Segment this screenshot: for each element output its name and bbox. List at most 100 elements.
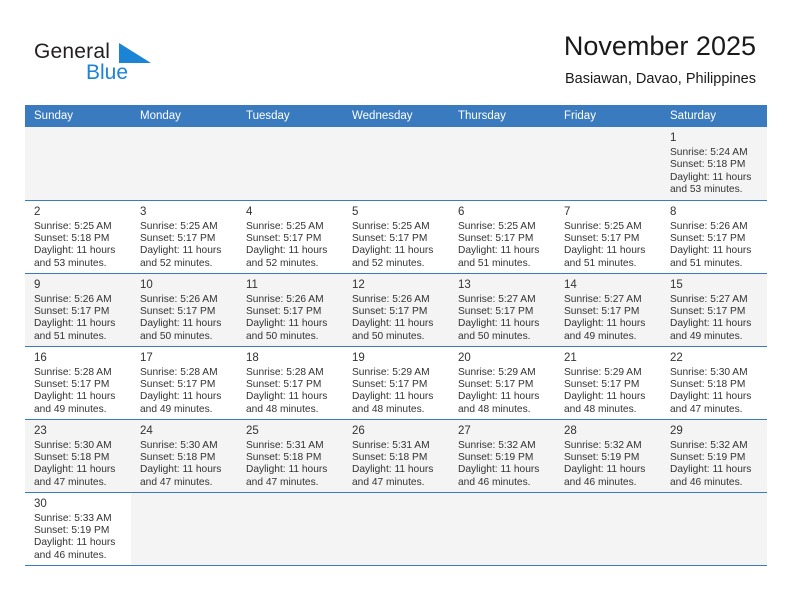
calendar-day-cell[interactable]: 26 Sunrise: 5:31 AM Sunset: 5:18 PM Dayligh… [343, 419, 449, 493]
day-sun-info: Sunrise: 5:30 AM Sunset: 5:18 PM Daylight:… [140, 440, 230, 490]
sunset-text: Sunset: 5:17 PM [670, 305, 746, 317]
daylight-text-line2: and 47 minutes. [34, 476, 107, 488]
calendar-day-cell[interactable]: 13 Sunrise: 5:27 AM Sunset: 5:17 PM Dayligh… [449, 273, 555, 347]
daylight-text-line1: Daylight: 11 hours [564, 245, 646, 257]
day-number: 11 [246, 278, 258, 291]
daylight-text-line2: and 50 minutes. [458, 330, 531, 342]
calendar-day-cell[interactable]: 11 Sunrise: 5:26 AM Sunset: 5:17 PM Dayligh… [237, 273, 343, 347]
calendar-day-cell[interactable]: 4 Sunrise: 5:25 AM Sunset: 5:17 PM Daylight… [237, 200, 343, 274]
calendar-day-cell[interactable]: 14 Sunrise: 5:27 AM Sunset: 5:17 PM Dayligh… [555, 273, 661, 347]
day-sun-info: Sunrise: 5:25 AM Sunset: 5:18 PM Daylight:… [34, 221, 124, 271]
calendar-day-cell[interactable]: 21 Sunrise: 5:29 AM Sunset: 5:17 PM Dayligh… [555, 346, 661, 420]
calendar-day-cell[interactable]: 12 Sunrise: 5:26 AM Sunset: 5:17 PM Dayligh… [343, 273, 449, 347]
daylight-text-line2: and 52 minutes. [140, 257, 213, 269]
day-cell-content: 15 Sunrise: 5:27 AM Sunset: 5:17 PM Dayligh… [661, 274, 767, 344]
sunset-text: Sunset: 5:17 PM [352, 378, 428, 390]
day-number: 7 [564, 205, 571, 218]
sunrise-text: Sunrise: 5:30 AM [34, 439, 112, 451]
day-number: 13 [458, 278, 471, 291]
calendar-day-cell[interactable]: 30 Sunrise: 5:33 AM Sunset: 5:19 PM Dayligh… [25, 492, 131, 566]
calendar-cell-empty [661, 492, 767, 566]
day-sun-info: Sunrise: 5:32 AM Sunset: 5:19 PM Daylight:… [564, 440, 654, 490]
daylight-text-line1: Daylight: 11 hours [140, 464, 222, 476]
weekday-header-saturday: Saturday [661, 105, 767, 127]
daylight-text-line2: and 49 minutes. [564, 330, 637, 342]
calendar-day-cell[interactable]: 23 Sunrise: 5:30 AM Sunset: 5:18 PM Dayligh… [25, 419, 131, 493]
calendar-cell-empty [555, 127, 661, 201]
calendar-day-cell[interactable]: 29 Sunrise: 5:32 AM Sunset: 5:19 PM Dayligh… [661, 419, 767, 493]
calendar-day-cell[interactable]: 16 Sunrise: 5:28 AM Sunset: 5:17 PM Dayligh… [25, 346, 131, 420]
daylight-text-line1: Daylight: 11 hours [670, 464, 752, 476]
calendar-day-cell[interactable]: 7 Sunrise: 5:25 AM Sunset: 5:17 PM Daylight… [555, 200, 661, 274]
calendar-day-cell[interactable]: 10 Sunrise: 5:26 AM Sunset: 5:17 PM Dayligh… [131, 273, 237, 347]
day-cell-content: 17 Sunrise: 5:28 AM Sunset: 5:17 PM Dayligh… [131, 347, 237, 417]
daylight-text-line2: and 47 minutes. [670, 403, 743, 415]
daylight-text-line2: and 46 minutes. [458, 476, 531, 488]
sunset-text: Sunset: 5:17 PM [246, 305, 322, 317]
calendar-week-row: 9 Sunrise: 5:26 AM Sunset: 5:17 PM Daylight… [25, 273, 767, 347]
weekday-header-tuesday: Tuesday [237, 105, 343, 127]
daylight-text-line2: and 46 minutes. [670, 476, 743, 488]
weekday-header-thursday: Thursday [449, 105, 555, 127]
calendar-cell-empty [25, 127, 131, 201]
brand-logo[interactable]: General Blue [34, 40, 234, 90]
day-cell-content: 29 Sunrise: 5:32 AM Sunset: 5:19 PM Dayligh… [661, 420, 767, 490]
calendar-day-cell[interactable]: 28 Sunrise: 5:32 AM Sunset: 5:19 PM Dayligh… [555, 419, 661, 493]
calendar-day-cell[interactable]: 17 Sunrise: 5:28 AM Sunset: 5:17 PM Dayligh… [131, 346, 237, 420]
calendar-day-cell[interactable]: 19 Sunrise: 5:29 AM Sunset: 5:17 PM Dayligh… [343, 346, 449, 420]
daylight-text-line2: and 46 minutes. [564, 476, 637, 488]
day-number: 29 [670, 424, 683, 437]
sunrise-text: Sunrise: 5:29 AM [564, 366, 642, 378]
calendar-cell-empty [449, 492, 555, 566]
calendar-day-cell[interactable]: 8 Sunrise: 5:26 AM Sunset: 5:17 PM Daylight… [661, 200, 767, 274]
calendar-page: General Blue November 2025 Basiawan, Dav… [0, 0, 792, 612]
daylight-text-line2: and 47 minutes. [140, 476, 213, 488]
day-cell-content: 19 Sunrise: 5:29 AM Sunset: 5:17 PM Dayligh… [343, 347, 449, 417]
calendar-day-cell[interactable]: 18 Sunrise: 5:28 AM Sunset: 5:17 PM Dayligh… [237, 346, 343, 420]
calendar-week-row: 2 Sunrise: 5:25 AM Sunset: 5:18 PM Daylight… [25, 200, 767, 274]
day-sun-info: Sunrise: 5:30 AM Sunset: 5:18 PM Daylight:… [34, 440, 124, 490]
sunrise-text: Sunrise: 5:26 AM [352, 293, 430, 305]
sunset-text: Sunset: 5:17 PM [140, 378, 216, 390]
calendar-day-cell[interactable]: 20 Sunrise: 5:29 AM Sunset: 5:17 PM Dayligh… [449, 346, 555, 420]
calendar-cell-empty [449, 127, 555, 201]
daylight-text-line1: Daylight: 11 hours [670, 391, 752, 403]
day-sun-info: Sunrise: 5:33 AM Sunset: 5:19 PM Daylight:… [34, 513, 124, 563]
calendar-day-cell[interactable]: 6 Sunrise: 5:25 AM Sunset: 5:17 PM Daylight… [449, 200, 555, 274]
day-number: 30 [34, 497, 47, 510]
weekday-header-monday: Monday [131, 105, 237, 127]
calendar-cell-empty [131, 492, 237, 566]
calendar-day-cell[interactable]: 25 Sunrise: 5:31 AM Sunset: 5:18 PM Dayligh… [237, 419, 343, 493]
calendar-day-cell[interactable]: 22 Sunrise: 5:30 AM Sunset: 5:18 PM Dayligh… [661, 346, 767, 420]
day-cell-content: 2 Sunrise: 5:25 AM Sunset: 5:18 PM Daylight… [25, 201, 131, 271]
daylight-text-line1: Daylight: 11 hours [246, 464, 328, 476]
sunset-text: Sunset: 5:18 PM [34, 451, 110, 463]
calendar-day-cell[interactable]: 9 Sunrise: 5:26 AM Sunset: 5:17 PM Daylight… [25, 273, 131, 347]
day-sun-info: Sunrise: 5:31 AM Sunset: 5:18 PM Daylight:… [352, 440, 442, 490]
calendar-day-cell[interactable]: 1 Sunrise: 5:24 AM Sunset: 5:18 PM Daylight… [661, 127, 767, 201]
day-cell-content: 6 Sunrise: 5:25 AM Sunset: 5:17 PM Daylight… [449, 201, 555, 271]
calendar-week-row: 23 Sunrise: 5:30 AM Sunset: 5:18 PM Dayligh… [25, 419, 767, 493]
daylight-text-line1: Daylight: 11 hours [246, 245, 328, 257]
day-number: 3 [140, 205, 147, 218]
sunset-text: Sunset: 5:18 PM [670, 378, 746, 390]
sunrise-text: Sunrise: 5:26 AM [246, 293, 324, 305]
calendar-day-cell[interactable]: 27 Sunrise: 5:32 AM Sunset: 5:19 PM Dayligh… [449, 419, 555, 493]
page-title: November 2025 [563, 31, 756, 61]
day-number: 26 [352, 424, 365, 437]
day-sun-info: Sunrise: 5:25 AM Sunset: 5:17 PM Daylight:… [352, 221, 442, 271]
calendar-day-cell[interactable]: 15 Sunrise: 5:27 AM Sunset: 5:17 PM Dayligh… [661, 273, 767, 347]
daylight-text-line2: and 47 minutes. [352, 476, 425, 488]
calendar-day-cell[interactable]: 5 Sunrise: 5:25 AM Sunset: 5:17 PM Daylight… [343, 200, 449, 274]
sunrise-text: Sunrise: 5:33 AM [34, 512, 112, 524]
daylight-text-line2: and 48 minutes. [246, 403, 319, 415]
calendar-day-cell[interactable]: 3 Sunrise: 5:25 AM Sunset: 5:17 PM Daylight… [131, 200, 237, 274]
daylight-text-line2: and 51 minutes. [34, 330, 107, 342]
calendar-day-cell[interactable]: 2 Sunrise: 5:25 AM Sunset: 5:18 PM Daylight… [25, 200, 131, 274]
daylight-text-line2: and 48 minutes. [352, 403, 425, 415]
day-sun-info: Sunrise: 5:26 AM Sunset: 5:17 PM Daylight:… [246, 294, 336, 344]
sunset-text: Sunset: 5:19 PM [34, 524, 110, 536]
sunset-text: Sunset: 5:17 PM [34, 378, 110, 390]
calendar-day-cell[interactable]: 24 Sunrise: 5:30 AM Sunset: 5:18 PM Dayligh… [131, 419, 237, 493]
daylight-text-line2: and 47 minutes. [246, 476, 319, 488]
